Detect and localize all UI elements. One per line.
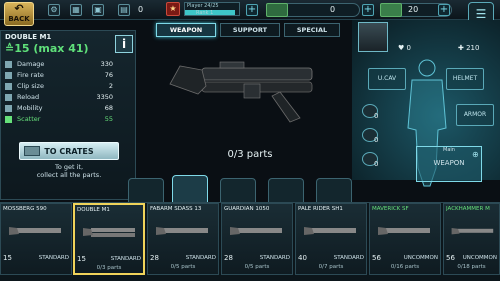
weapon-card[interactable]: MOSSBERG 590 15 STANDARD	[0, 203, 72, 275]
weapon-card[interactable]: GUARDIAN 1050 28 STANDARD 0/5 parts	[221, 203, 293, 275]
weapon-card[interactable]: DOUBLE M1 15 STANDARD 0/3 parts	[73, 203, 145, 275]
inventory-icon[interactable]: ▤	[118, 4, 130, 16]
helmet-slot[interactable]: HELMET	[446, 68, 484, 90]
shotgun-icon	[304, 227, 356, 235]
category-tab-rifle[interactable]	[220, 178, 256, 202]
add-xp-button[interactable]: +	[246, 4, 258, 16]
ucav-slot[interactable]: U.CAV	[368, 68, 406, 90]
clip-icon	[5, 83, 12, 90]
score-count: ✚ 210	[458, 44, 480, 52]
gold-amount: 20	[408, 5, 419, 14]
to-crates-button[interactable]: TO CRATES	[19, 142, 119, 160]
crate-icon	[24, 146, 40, 156]
weapon-card[interactable]: JACKHAMMER M 56 UNCOMMON 0/18 parts	[443, 203, 500, 275]
avatar[interactable]	[358, 22, 388, 52]
shotgun-icon	[451, 228, 494, 235]
stat-reload: Reload 3350	[5, 92, 133, 103]
weapon-card[interactable]: FABARM SDASS 13 28 STANDARD 0/5 parts	[147, 203, 219, 275]
xp-label: Player 24/25	[187, 3, 219, 9]
gear-icon[interactable]: ⚙	[48, 4, 60, 16]
parts-progress: 0/3 parts	[227, 149, 273, 160]
rank-label: Rank 1	[196, 10, 214, 16]
chip-icon[interactable]: ▣	[92, 4, 104, 16]
like-count: ♥ 0	[398, 44, 411, 52]
consumable-count-3: 0	[374, 160, 379, 168]
tab-support[interactable]: SUPPORT	[220, 23, 280, 37]
category-tab-sniper[interactable]	[268, 178, 304, 202]
stat-fire-rate: Fire rate 76	[5, 70, 133, 81]
crosshair-icon: ⊕	[472, 150, 479, 159]
tab-weapon[interactable]: WEAPON	[156, 23, 216, 37]
reload-icon	[5, 94, 12, 101]
stat-damage: Damage 330	[5, 59, 133, 70]
main-weapon-label: WEAPON	[433, 159, 465, 167]
stat-scatter: Scatter 55	[5, 114, 133, 125]
back-button[interactable]: ↶ BACK	[4, 2, 34, 26]
weapon-card[interactable]: PALE RIDER SH1 40 STANDARD 0/7 parts	[295, 203, 367, 275]
category-tab-shotgun[interactable]	[172, 175, 208, 202]
scatter-icon	[5, 116, 12, 123]
stat-clip-size: Clip size 2	[5, 81, 133, 92]
cash-icon	[266, 3, 288, 17]
grid-icon[interactable]: ▦	[70, 4, 82, 16]
crates-hint: To get it, collect all the parts.	[36, 163, 102, 179]
category-tab-heavy[interactable]	[316, 178, 352, 202]
consumable-count-2: 0	[374, 136, 379, 144]
shotgun-icon	[378, 227, 430, 235]
fire-rate-icon	[5, 72, 12, 79]
info-button[interactable]: i	[115, 35, 133, 53]
weapon-stats-panel: DOUBLE M1 ≙15 (max 41) i Damage 330 Fire …	[0, 30, 136, 200]
weapon-name: DOUBLE M1	[5, 33, 52, 41]
gold-icon	[380, 3, 402, 17]
shotgun-image	[169, 61, 313, 123]
rank-icon: ★	[166, 2, 180, 16]
weapon-card[interactable]: MAVERICK SF 56 UNCOMMON 0/16 parts	[369, 203, 441, 275]
shotgun-icon	[156, 227, 208, 235]
category-tab-pistol[interactable]	[128, 178, 164, 202]
tab-special[interactable]: SPECIAL	[284, 23, 340, 37]
add-cash-button[interactable]: +	[362, 4, 374, 16]
mobility-icon	[5, 105, 12, 112]
bolts-count: 0	[138, 5, 144, 14]
add-gold-button[interactable]: +	[438, 4, 450, 16]
armor-slot[interactable]: ARMOR	[456, 104, 494, 126]
shotgun-icon	[83, 228, 135, 237]
stat-mobility: Mobility 68	[5, 103, 133, 114]
weapon-level: ≙15 (max 41)	[5, 42, 89, 55]
back-arrow-icon: ↶	[14, 2, 24, 15]
damage-icon	[5, 61, 12, 68]
shotgun-icon	[9, 227, 61, 235]
cash-amount: 0	[330, 5, 336, 14]
shotgun-icon	[230, 227, 282, 235]
consumable-count-1: 0	[374, 112, 379, 120]
